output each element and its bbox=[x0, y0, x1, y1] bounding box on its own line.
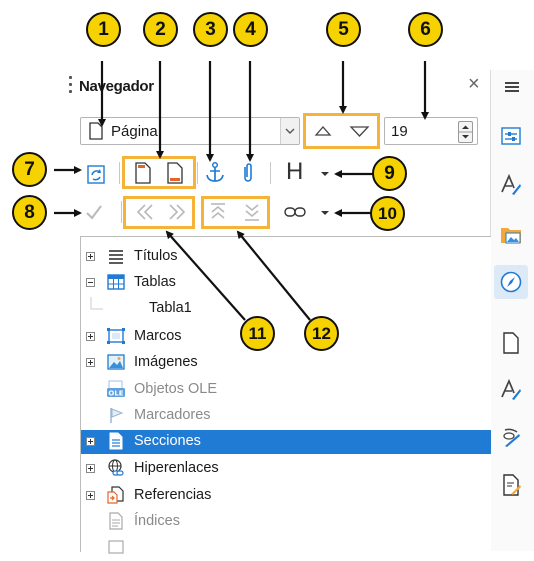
callout-11: 11 bbox=[240, 316, 275, 351]
callout-4: 4 bbox=[233, 12, 268, 47]
callout-5: 5 bbox=[326, 12, 361, 47]
callout-9: 9 bbox=[372, 156, 407, 191]
callout-6: 6 bbox=[408, 12, 443, 47]
callout-7: 7 bbox=[12, 152, 47, 187]
callout-8: 8 bbox=[12, 195, 47, 230]
callout-arrows bbox=[54, 61, 429, 321]
callout-3: 3 bbox=[193, 12, 228, 47]
callout-12: 12 bbox=[304, 316, 339, 351]
callout-10: 10 bbox=[370, 196, 405, 231]
callout-2: 2 bbox=[143, 12, 178, 47]
callout-1: 1 bbox=[86, 12, 121, 47]
